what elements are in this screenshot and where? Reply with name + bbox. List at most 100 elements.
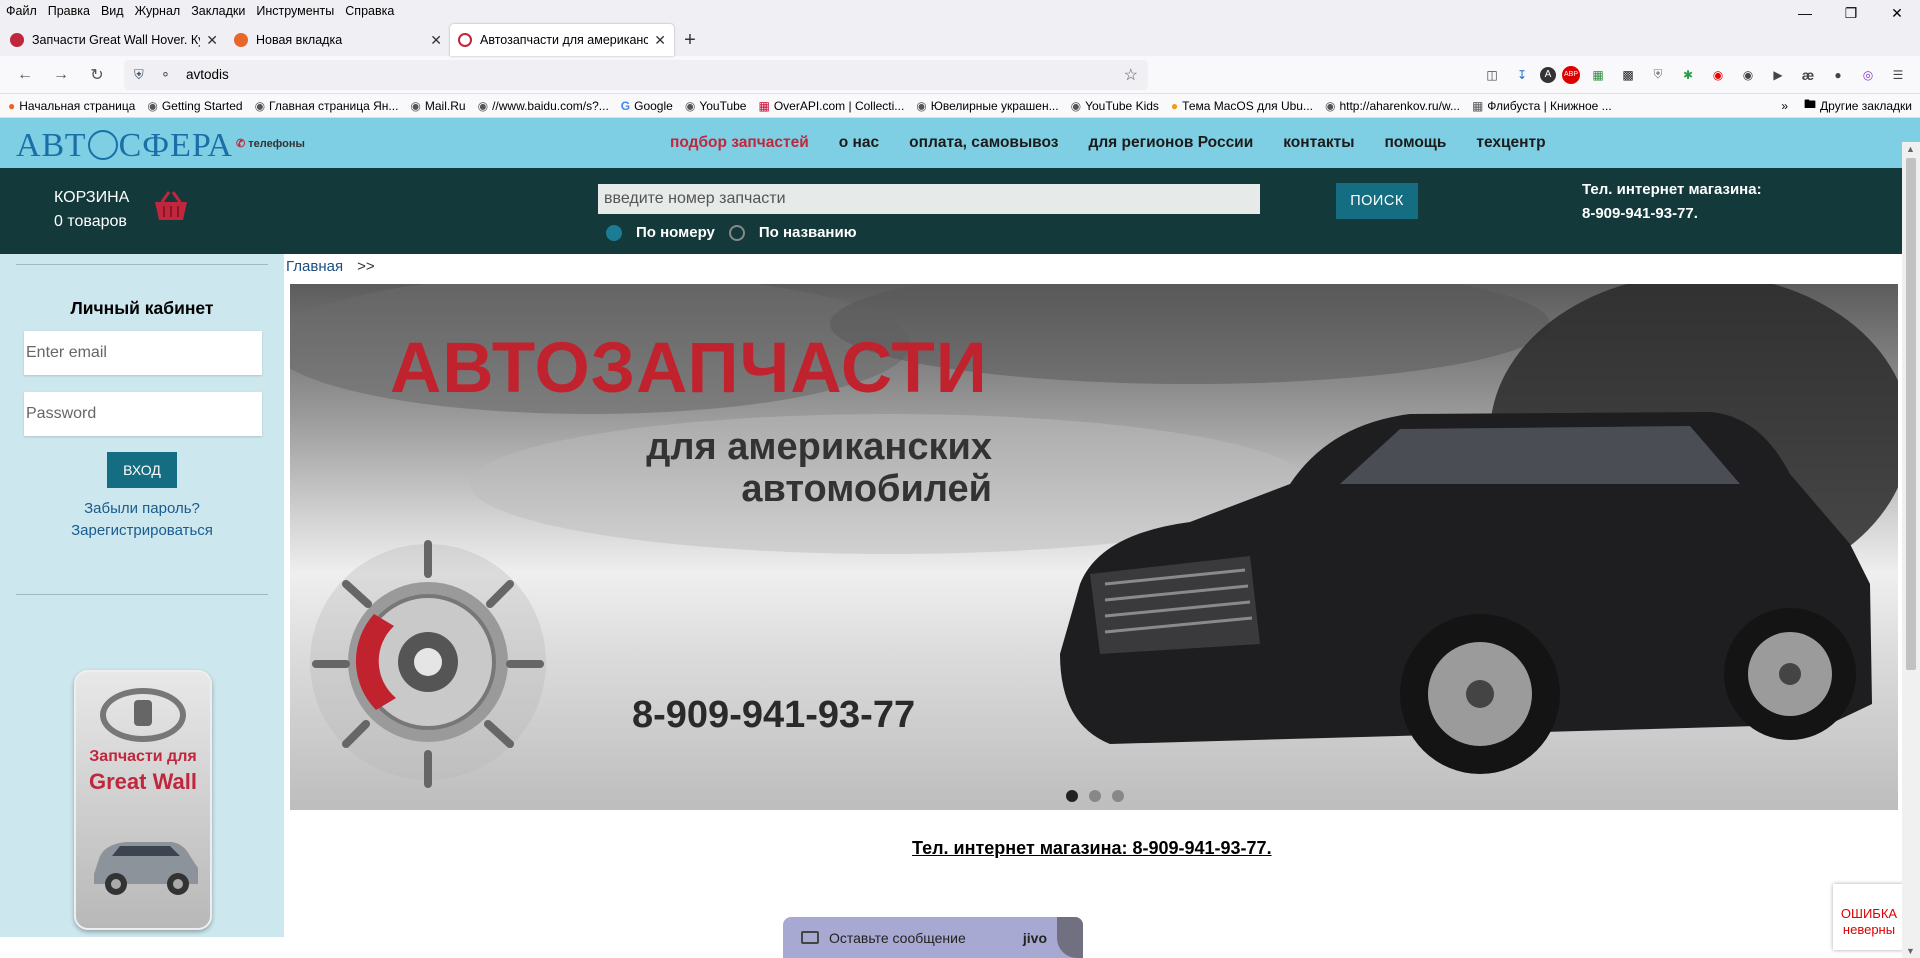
extension-play-icon[interactable]: ▶ [1766, 63, 1790, 87]
bookmark-item[interactable]: ● Тема MacOS для Ubu... [1171, 99, 1313, 113]
globe-icon: ◉ [410, 98, 421, 113]
reload-icon[interactable]: ↻ [82, 60, 112, 90]
slide-sub2: автомобилей [741, 468, 992, 510]
extension-star-icon[interactable]: ✱ [1676, 63, 1700, 87]
bookmark-label: //www.baidu.com/s?... [492, 98, 609, 113]
bookmark-item[interactable]: ◉ Ювелирные украшен... [916, 99, 1058, 113]
extension-opera-icon[interactable]: ◉ [1706, 63, 1730, 87]
forward-arrow-icon[interactable]: → [46, 60, 76, 90]
more-bookmarks-icon[interactable]: » [1781, 99, 1788, 113]
nav-contacts[interactable]: контакты [1283, 134, 1354, 152]
forgot-password-link[interactable]: Забыли пароль? [0, 500, 284, 517]
phones-link[interactable]: ✆ телефоны [236, 137, 305, 150]
cart-widget[interactable]: КОРЗИНА 0 товаров [54, 186, 129, 234]
minimize-button[interactable]: — [1782, 0, 1828, 26]
bookmark-item[interactable]: ◉ Главная страница Ян... [255, 99, 399, 113]
nav-techcenter[interactable]: техцентр [1476, 134, 1545, 152]
nav-about[interactable]: о нас [839, 134, 879, 152]
password-field[interactable] [24, 392, 262, 436]
tab-new[interactable]: Новая вкладка ✕ [226, 24, 450, 56]
tab-avtosfera[interactable]: Автозапчасти для американск ✕ [450, 24, 674, 56]
menu-tools[interactable]: Инструменты [256, 4, 334, 18]
radio-by-name-label[interactable]: По названию [759, 224, 857, 241]
nav-payment[interactable]: оплата, самовывоз [909, 134, 1058, 152]
bookmark-item[interactable]: ◉ Getting Started [147, 99, 242, 113]
bookmark-item[interactable]: ▦ OverAPI.com | Collecti... [758, 99, 904, 113]
chat-corner [1057, 917, 1083, 958]
shop-phone-number: 8-909-941-93-77. [1582, 205, 1698, 222]
back-arrow-icon[interactable]: ← [10, 60, 40, 90]
cart-label: КОРЗИНА [54, 189, 130, 206]
slider-dot[interactable] [1112, 790, 1124, 802]
chat-widget[interactable]: Оставьте сообщение jivo [783, 917, 1083, 958]
site-logo[interactable]: АВТ СФЕРА [16, 127, 233, 165]
adblock-icon[interactable]: ABP [1562, 65, 1580, 84]
menu-help[interactable]: Справка [345, 4, 394, 18]
extension-a-icon[interactable]: A [1540, 66, 1556, 83]
radio-by-name[interactable] [728, 224, 745, 241]
bookmark-item[interactable]: G Google [621, 99, 673, 113]
other-bookmarks[interactable]: Другие закладки [1820, 99, 1912, 113]
great-wall-banner[interactable]: Запчасти для Great Wall [74, 670, 212, 930]
url-bar[interactable]: ⛨ ⚬ avtodis ☆ [124, 59, 1148, 90]
page-scrollbar[interactable]: ▲ ▼ [1902, 142, 1920, 958]
menu-file[interactable]: Файл [6, 4, 37, 18]
nav-help[interactable]: помощь [1384, 134, 1446, 152]
breadcrumb-home[interactable]: Главная [286, 258, 343, 275]
nav-parts-search[interactable]: подбор запчастей [670, 134, 809, 152]
extension-globe-icon[interactable]: ◉ [1736, 63, 1760, 87]
nav-regions[interactable]: для регионов России [1088, 134, 1253, 152]
page-info-icon[interactable]: ⚬ [160, 67, 178, 83]
bookmark-item[interactable]: ● Начальная страница [8, 99, 135, 113]
extension-colors-icon[interactable]: ● [1826, 63, 1850, 87]
scroll-thumb[interactable] [1906, 158, 1916, 670]
hero-slider[interactable]: АВТОЗАПЧАСТИ для американских автомобиле… [290, 284, 1898, 810]
menu-bookmarks[interactable]: Закладки [191, 4, 245, 18]
pocket-icon[interactable]: ◫ [1480, 63, 1504, 87]
bookmark-item[interactable]: ◉ YouTube Kids [1071, 99, 1159, 113]
downloads-icon[interactable]: ↧ [1510, 63, 1534, 87]
recaptcha-badge[interactable]: ОШИБКА неверны [1833, 884, 1905, 950]
login-button[interactable]: ВХОД [107, 452, 177, 488]
slider-dot[interactable] [1089, 790, 1101, 802]
close-tab-icon[interactable]: ✕ [654, 32, 666, 49]
app-menu-icon[interactable]: ☰ [1886, 63, 1910, 87]
extension-green-icon[interactable]: ▦ [1586, 63, 1610, 87]
basket-icon[interactable] [152, 190, 190, 222]
close-window-button[interactable]: ✕ [1874, 0, 1920, 26]
tab-greatwall[interactable]: Запчасти Great Wall Hover. Куп ✕ [2, 24, 226, 56]
url-text[interactable]: avtodis [186, 67, 1124, 82]
new-tab-button[interactable]: + [674, 24, 706, 56]
globe-icon: ◉ [147, 98, 158, 113]
menu-edit[interactable]: Правка [48, 4, 90, 18]
bookmark-item[interactable]: ◉ http://aharenkov.ru/w... [1325, 99, 1460, 113]
scroll-up-icon[interactable]: ▲ [1906, 144, 1915, 154]
nav-bar: ← → ↻ ⛨ ⚬ avtodis ☆ ◫ ↧ A ABP ▦ ▩ ⛨ ✱ ◉ … [0, 56, 1920, 94]
part-number-search-input[interactable] [598, 184, 1260, 214]
close-tab-icon[interactable]: ✕ [430, 32, 442, 49]
star-bookmark-icon[interactable]: ☆ [1124, 65, 1138, 85]
close-tab-icon[interactable]: ✕ [206, 32, 218, 49]
extension-radio-icon[interactable]: ◎ [1856, 63, 1880, 87]
slider-dot[interactable] [1066, 790, 1078, 802]
bookmark-item[interactable]: ▦ Флибуста | Книжное ... [1472, 99, 1612, 113]
scroll-down-icon[interactable]: ▼ [1906, 946, 1915, 956]
email-field[interactable] [24, 331, 262, 375]
shield-icon[interactable]: ⛨ [134, 67, 152, 83]
search-button[interactable]: ПОИСК [1336, 183, 1418, 219]
register-link[interactable]: Зарегистрироваться [0, 522, 284, 539]
bookmark-item[interactable]: ◉//www.baidu.com/s?... [478, 99, 609, 113]
bookmark-item[interactable]: ◉ YouTube [685, 99, 747, 113]
menu-view[interactable]: Вид [101, 4, 124, 18]
divider [16, 594, 268, 595]
radio-by-number[interactable] [606, 224, 622, 241]
bookmark-item[interactable]: ◉ Mail.Ru [410, 99, 465, 113]
bookmark-label: Ювелирные украшен... [930, 98, 1059, 113]
breadcrumb: Главная >> [286, 258, 375, 275]
extension-red-badge-icon[interactable]: ▩ [1616, 63, 1640, 87]
restore-button[interactable]: ❐ [1828, 0, 1874, 26]
extension-shield-icon[interactable]: ⛨ [1646, 63, 1670, 87]
radio-by-number-label[interactable]: По номеру [636, 224, 715, 241]
extension-ae-icon[interactable]: æ [1796, 63, 1820, 87]
menu-history[interactable]: Журнал [135, 4, 181, 18]
